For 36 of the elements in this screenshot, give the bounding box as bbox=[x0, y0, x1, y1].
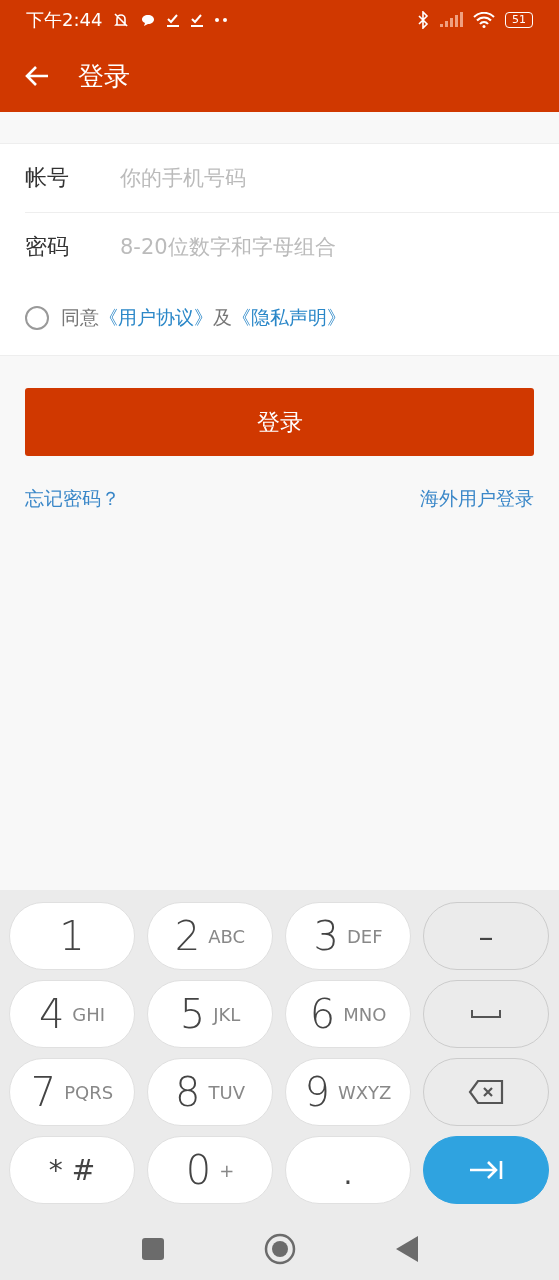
bell-off-icon bbox=[112, 11, 131, 29]
keyboard-key[interactable]: * # bbox=[9, 1136, 135, 1204]
wifi-icon bbox=[473, 12, 495, 28]
signal-icon bbox=[439, 12, 463, 28]
privacy-link[interactable]: 《隐私声明》 bbox=[232, 305, 346, 331]
arrow-to-bar-icon bbox=[468, 1159, 504, 1181]
chat-icon bbox=[140, 12, 157, 28]
agree-text: 同意 bbox=[61, 305, 99, 330]
status-time: 下午2:44 bbox=[26, 8, 103, 32]
battery-level: 51 bbox=[505, 12, 533, 28]
joiner-text: 及 bbox=[213, 305, 232, 330]
recents-icon[interactable] bbox=[141, 1238, 164, 1260]
keyboard-key[interactable]: . bbox=[285, 1136, 411, 1204]
agree-checkbox[interactable] bbox=[25, 306, 49, 330]
bluetooth-icon bbox=[417, 11, 429, 29]
back-icon[interactable] bbox=[395, 1236, 418, 1262]
back-button[interactable] bbox=[24, 65, 50, 87]
backspace-icon bbox=[468, 1079, 504, 1105]
login-button[interactable]: 登录 bbox=[25, 388, 534, 456]
user-agreement-link[interactable]: 《用户协议》 bbox=[99, 305, 213, 331]
input-field[interactable]: 你的手机号码 bbox=[118, 165, 559, 191]
more-icon bbox=[214, 17, 229, 23]
page-title: 登录 bbox=[78, 59, 130, 93]
field-label: 密码 bbox=[25, 233, 70, 261]
check-icon bbox=[166, 12, 181, 28]
keyboard-key[interactable]: 7 PQRS bbox=[9, 1058, 135, 1126]
keyboard-key[interactable]: – bbox=[423, 902, 549, 970]
overseas-login-link[interactable]: 海外用户登录 bbox=[420, 486, 534, 512]
forgot-password-link[interactable]: 忘记密码？ bbox=[25, 486, 120, 512]
keyboard-key[interactable]: 0 + bbox=[147, 1136, 273, 1204]
home-icon[interactable] bbox=[263, 1233, 296, 1265]
field-label: 帐号 bbox=[25, 164, 70, 192]
space-bar-icon bbox=[471, 1009, 501, 1019]
input-field[interactable]: 8-20位数字和字母组合 bbox=[118, 234, 559, 260]
keyboard-key[interactable]: 1 bbox=[9, 902, 135, 970]
check-icon bbox=[190, 12, 205, 28]
